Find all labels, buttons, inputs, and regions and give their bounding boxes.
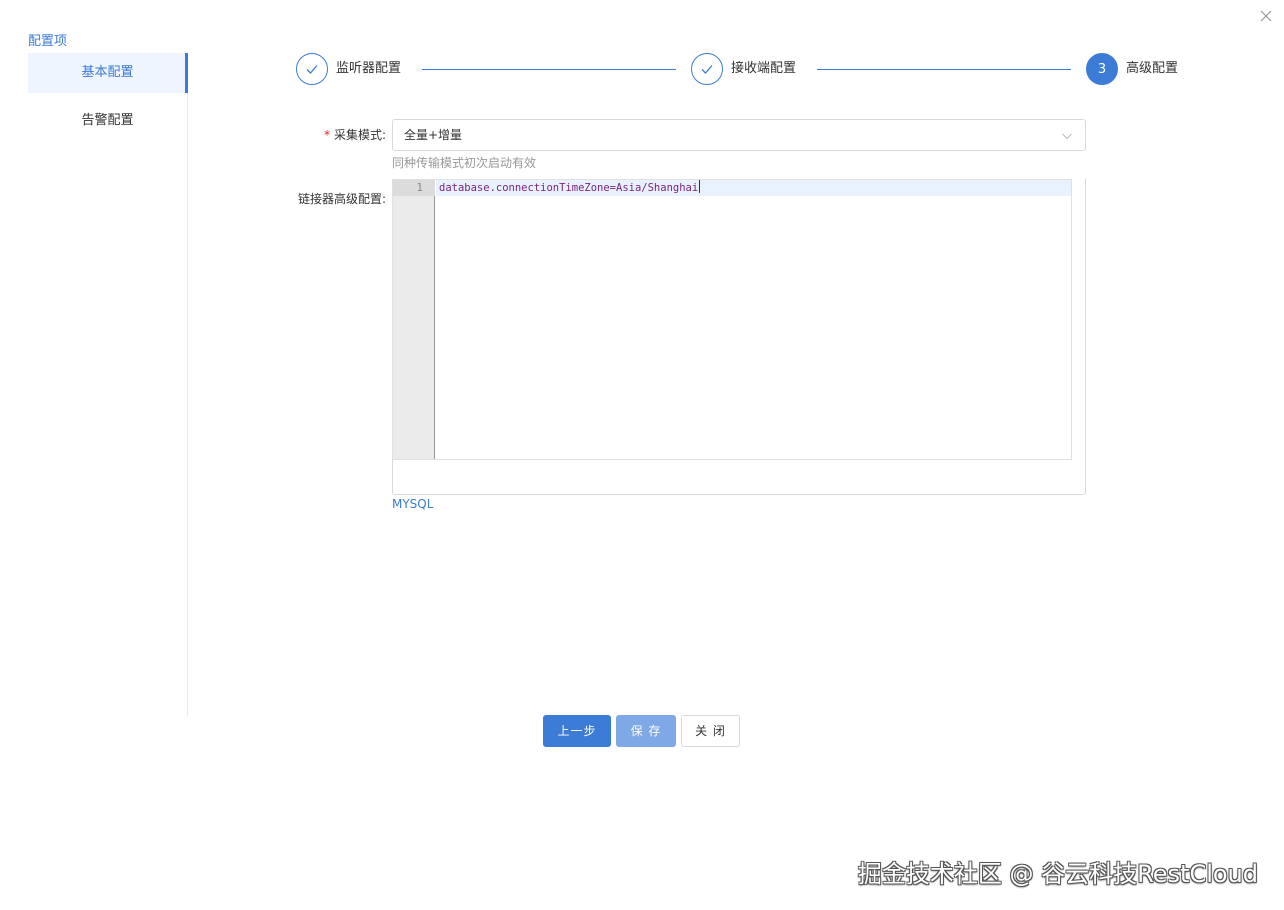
collect-mode-help: 同种传输模式初次启动有效 bbox=[392, 156, 537, 170]
editor-gutter bbox=[393, 180, 435, 459]
save-button[interactable]: 保 存 bbox=[616, 715, 676, 747]
collect-mode-select[interactable]: 全量+增量 bbox=[392, 119, 1086, 151]
collect-mode-value: 全量+增量 bbox=[404, 128, 463, 142]
collect-mode-label-text: 采集模式: bbox=[333, 128, 386, 142]
watermark-text: 掘金技术社区 @ 谷云科技RestCloud bbox=[857, 860, 1258, 888]
sidebar-item-basic-config[interactable]: 基本配置 bbox=[28, 53, 188, 93]
code-line[interactable]: database.connectionTimeZone=Asia/Shangha… bbox=[439, 180, 701, 196]
prev-step-button[interactable]: 上一步 bbox=[543, 715, 611, 747]
code-line-text: database.connectionTimeZone=Asia/Shangha… bbox=[439, 182, 699, 194]
sidebar-item-alert-config[interactable]: 告警配置 bbox=[28, 101, 187, 141]
step-3-label: 高级配置 bbox=[1126, 61, 1179, 76]
line-number: 1 bbox=[416, 181, 423, 194]
sidebar-item-label: 基本配置 bbox=[81, 65, 134, 80]
step-3-number: 3 bbox=[1086, 53, 1118, 85]
editor-language-tag: MYSQL bbox=[392, 497, 434, 511]
step-connector-2 bbox=[817, 69, 1071, 70]
code-editor[interactable]: 1 database.connectionTimeZone=Asia/Shang… bbox=[392, 179, 1072, 460]
step-connector-1 bbox=[422, 69, 676, 70]
step-2-check-icon bbox=[691, 53, 723, 85]
close-dialog-icon[interactable] bbox=[1258, 8, 1274, 24]
required-mark: * bbox=[323, 128, 330, 142]
chevron-down-icon bbox=[1061, 130, 1073, 142]
step-2-label: 接收端配置 bbox=[731, 61, 797, 76]
advanced-config-label: 链接器高级配置: bbox=[297, 192, 386, 206]
step-1-label: 监听器配置 bbox=[336, 61, 402, 76]
step-1-check-icon bbox=[296, 53, 328, 85]
close-button[interactable]: 关 闭 bbox=[681, 715, 740, 747]
collect-mode-label: * 采集模式: bbox=[300, 125, 386, 145]
sidebar: 基本配置 告警配置 bbox=[28, 52, 188, 716]
text-cursor bbox=[699, 180, 701, 193]
sidebar-title: 配置项 bbox=[28, 34, 68, 49]
sidebar-item-label: 告警配置 bbox=[81, 113, 134, 128]
